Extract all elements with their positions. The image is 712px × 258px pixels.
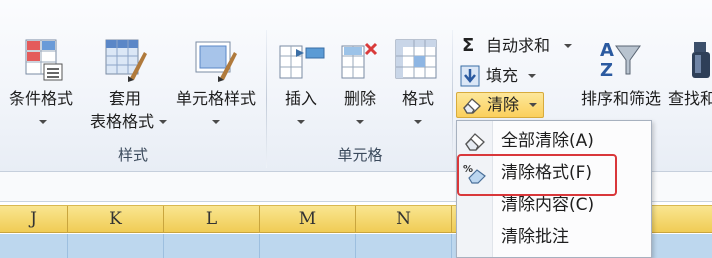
column-header[interactable]: J <box>0 206 68 233</box>
find-select-label: 查找和 <box>668 89 712 108</box>
sort-filter-button[interactable]: A Z 排序和筛选 <box>574 34 668 134</box>
menu-item-clear-all[interactable]: 全部清除(A) <box>457 125 651 157</box>
table-format-icon <box>104 38 148 82</box>
cell[interactable] <box>356 234 452 258</box>
fill-button[interactable]: 填充 <box>460 64 540 88</box>
insert-cells-icon <box>278 38 326 82</box>
sigma-icon: Σ <box>462 35 475 56</box>
column-header[interactable] <box>644 206 712 233</box>
chevron-down-icon <box>564 44 572 48</box>
svg-text:A: A <box>600 40 614 61</box>
delete-button[interactable]: 删除 <box>332 34 388 134</box>
column-header[interactable]: N <box>356 206 452 233</box>
fill-down-icon <box>460 65 480 87</box>
eraser-icon <box>463 130 487 152</box>
chevron-down-icon <box>356 120 364 124</box>
format-button[interactable]: 格式 <box>390 34 446 134</box>
column-header[interactable]: K <box>68 206 164 233</box>
column-header[interactable]: M <box>260 206 356 233</box>
format-cells-icon <box>394 38 440 82</box>
find-select-button[interactable]: 查找和 <box>668 34 712 134</box>
cell[interactable] <box>68 234 164 258</box>
chevron-down-icon <box>529 103 537 107</box>
cell-styles-label: 单元格样式 <box>175 89 256 108</box>
binoculars-icon <box>690 40 712 80</box>
chevron-down-icon <box>297 120 305 124</box>
chevron-down-icon <box>528 74 536 78</box>
styles-group-label: 样式 <box>117 146 148 164</box>
fill-label: 填充 <box>486 66 519 85</box>
cell[interactable] <box>164 234 260 258</box>
highlight-annotation <box>457 154 617 196</box>
menu-item-label: 全部清除(A) <box>501 131 594 151</box>
sort-filter-icon: A Z <box>598 36 642 82</box>
autosum-button[interactable]: Σ 自动求和 <box>460 34 574 58</box>
cell[interactable] <box>0 234 68 258</box>
table-format-label-line2: 表格格式 <box>89 112 154 131</box>
cell[interactable] <box>260 234 356 258</box>
chevron-down-icon <box>212 120 220 124</box>
menu-item-clear-comments[interactable]: 清除批注 <box>457 221 651 253</box>
format-as-table-button[interactable]: 套用 表格格式 <box>82 34 168 134</box>
chevron-down-icon <box>159 120 167 124</box>
format-label: 格式 <box>401 89 434 108</box>
menu-item-label: 清除内容(C) <box>501 195 595 215</box>
delete-label: 删除 <box>343 89 376 108</box>
delete-cells-icon <box>340 38 384 82</box>
conditional-format-icon <box>24 38 64 82</box>
cell-styles-button[interactable]: 单元格样式 <box>168 34 264 134</box>
insert-label: 插入 <box>284 89 317 108</box>
cell-styles-icon <box>194 38 238 82</box>
svg-text:Z: Z <box>600 60 613 81</box>
group-divider <box>452 30 453 168</box>
clear-label: 清除 <box>487 95 520 114</box>
chevron-down-icon <box>39 120 47 124</box>
sort-filter-label: 排序和筛选 <box>580 89 661 108</box>
eraser-icon <box>461 96 483 114</box>
autosum-label: 自动求和 <box>486 36 551 55</box>
conditional-format-label: 条件格式 <box>8 89 73 108</box>
cells-group-label: 单元格 <box>337 146 383 164</box>
group-divider <box>266 30 267 168</box>
insert-button[interactable]: 插入 <box>272 34 330 134</box>
chevron-down-icon <box>414 120 422 124</box>
column-header[interactable]: L <box>164 206 260 233</box>
conditional-format-button[interactable]: 条件格式 <box>2 34 80 134</box>
table-format-label-line1: 套用 <box>108 89 141 108</box>
menu-item-label: 清除批注 <box>501 227 569 247</box>
clear-button[interactable]: 清除 <box>456 92 544 118</box>
